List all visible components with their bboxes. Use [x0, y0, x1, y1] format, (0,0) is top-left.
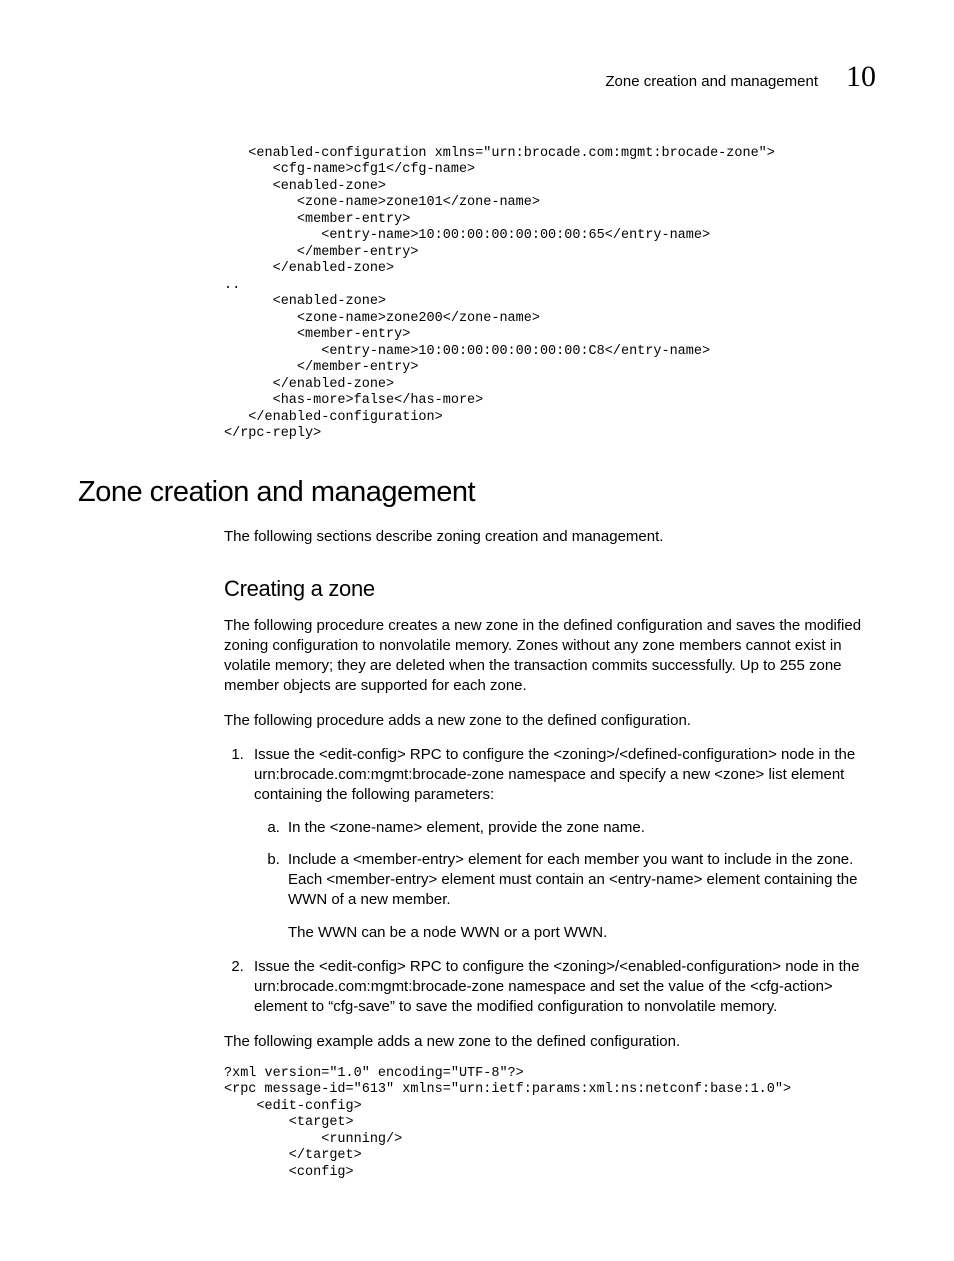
intro-paragraph: The following sections describe zoning c… — [224, 527, 876, 547]
page: Zone creation and management 10 <enabled… — [0, 0, 954, 1261]
running-header-title: Zone creation and management — [605, 73, 818, 90]
step-2: Issue the <edit-config> RPC to configure… — [248, 957, 876, 1018]
procedure-list: Issue the <edit-config> RPC to configure… — [224, 745, 876, 1018]
chapter-number: 10 — [846, 60, 876, 94]
paragraph: The following procedure adds a new zone … — [224, 711, 876, 731]
substep-note: The WWN can be a node WWN or a port WWN. — [288, 923, 876, 943]
substep-text: Include a <member-entry> element for eac… — [288, 851, 857, 909]
code-block-rpc-request: ?xml version="1.0" encoding="UTF-8"?> <r… — [224, 1066, 876, 1181]
section-heading: Zone creation and management — [78, 476, 876, 509]
section-body: The following sections describe zoning c… — [224, 527, 876, 1052]
step-1: Issue the <edit-config> RPC to configure… — [248, 745, 876, 943]
code-block-rpc-reply: <enabled-configuration xmlns="urn:brocad… — [224, 146, 876, 442]
substep-text: In the <zone-name> element, provide the … — [288, 819, 645, 836]
subsection-heading: Creating a zone — [224, 576, 876, 602]
substep-list: In the <zone-name> element, provide the … — [254, 818, 876, 943]
running-header: Zone creation and management 10 — [78, 60, 876, 94]
paragraph: The following example adds a new zone to… — [224, 1032, 876, 1052]
step-text: Issue the <edit-config> RPC to configure… — [254, 958, 859, 1016]
substep-a: In the <zone-name> element, provide the … — [284, 818, 876, 838]
step-text: Issue the <edit-config> RPC to configure… — [254, 746, 855, 804]
paragraph: The following procedure creates a new zo… — [224, 616, 876, 697]
substep-b: Include a <member-entry> element for eac… — [284, 850, 876, 943]
